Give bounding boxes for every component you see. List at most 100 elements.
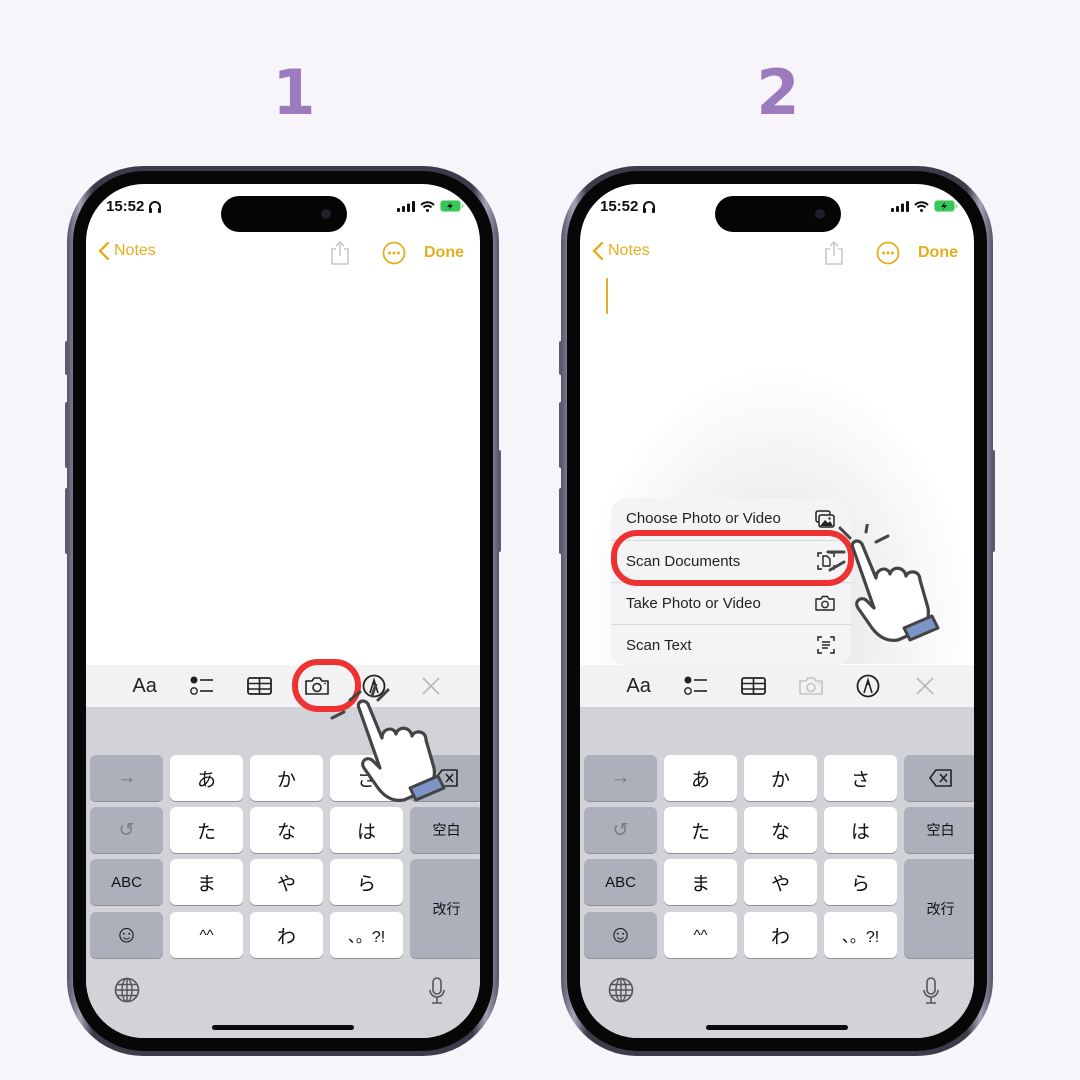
menu-item-scan-text[interactable]: Scan Text	[611, 624, 851, 665]
headphones-icon	[149, 200, 162, 213]
camera-icon	[798, 677, 823, 695]
microphone-icon	[923, 977, 939, 1004]
globe-icon	[114, 977, 140, 1003]
key-delete[interactable]	[904, 755, 974, 801]
phone-step-2: 15:52 Notes Done Aa → ↺ ABC ☺ あ か さ た な …	[559, 166, 995, 1056]
checklist-button[interactable]	[182, 670, 222, 702]
key-kana[interactable]: や	[250, 859, 323, 905]
dynamic-island	[221, 196, 347, 232]
key-kana[interactable]: た	[664, 807, 737, 853]
key-undo[interactable]: ↺	[584, 807, 657, 853]
key-kana[interactable]: は	[330, 807, 403, 853]
key-abc[interactable]: ABC	[90, 859, 163, 905]
key-kana[interactable]: た	[170, 807, 243, 853]
key-return[interactable]: 改行	[904, 859, 974, 958]
wifi-icon	[420, 200, 435, 212]
key-abc[interactable]: ABC	[584, 859, 657, 905]
step-number-1: 1	[272, 56, 316, 129]
key-kaomoji[interactable]: ^^	[170, 912, 243, 958]
key-emoji[interactable]: ☺	[90, 912, 163, 958]
key-kana[interactable]: は	[824, 807, 897, 853]
table-icon	[246, 677, 272, 695]
more-icon	[382, 241, 406, 265]
back-button[interactable]: Notes	[592, 242, 650, 260]
signal-icon	[891, 200, 909, 212]
more-button[interactable]	[876, 241, 900, 270]
notes-screen: 15:52 Notes Done Aa → ↺ ABC ☺ あ か さ た な …	[86, 184, 480, 1038]
step-number-2: 2	[756, 56, 800, 129]
key-kana[interactable]: わ	[250, 912, 323, 958]
more-icon	[876, 241, 900, 265]
status-time: 15:52	[600, 198, 656, 215]
key-kana[interactable]: か	[744, 755, 817, 801]
key-space[interactable]: 空白	[410, 807, 480, 853]
close-toolbar-button[interactable]	[905, 670, 945, 702]
tap-hand-icon	[330, 684, 446, 802]
dictation-button[interactable]	[922, 977, 940, 1010]
key-kana[interactable]: あ	[170, 755, 243, 801]
globe-icon	[608, 977, 634, 1003]
markup-pen-icon	[856, 674, 880, 698]
delete-icon	[928, 769, 952, 787]
dictation-button[interactable]	[428, 977, 446, 1010]
done-button[interactable]: Done	[424, 244, 464, 262]
key-next-candidate[interactable]: →	[584, 755, 657, 801]
markup-button[interactable]	[848, 670, 888, 702]
dynamic-island	[715, 196, 841, 232]
close-icon	[916, 677, 934, 695]
home-indicator	[212, 1025, 354, 1030]
key-space[interactable]: 空白	[904, 807, 974, 853]
table-button[interactable]	[239, 670, 279, 702]
key-kana[interactable]: あ	[664, 755, 737, 801]
menu-item-take-photo[interactable]: Take Photo or Video	[611, 582, 851, 623]
format-text-button[interactable]: Aa	[125, 670, 165, 702]
notes-screen: 15:52 Notes Done Aa → ↺ ABC ☺ あ か さ た な …	[580, 184, 974, 1038]
table-button[interactable]	[733, 670, 773, 702]
share-icon	[825, 240, 843, 265]
keyboard: → ↺ ABC ☺ あ か さ た な は ま や ら ^^ わ 、。?! 空白…	[580, 707, 974, 1038]
key-kana[interactable]: さ	[824, 755, 897, 801]
done-button[interactable]: Done	[918, 244, 958, 262]
headphones-icon	[643, 200, 656, 213]
share-button[interactable]	[824, 240, 844, 271]
key-kana[interactable]: ら	[330, 859, 403, 905]
format-text-button[interactable]: Aa	[619, 670, 659, 702]
scan-documents-highlight-ring	[611, 530, 854, 586]
key-kana[interactable]: ら	[824, 859, 897, 905]
wifi-icon	[914, 200, 929, 212]
more-button[interactable]	[382, 241, 406, 270]
tap-hand-icon	[826, 524, 940, 642]
checklist-button[interactable]	[676, 670, 716, 702]
key-kana[interactable]: ま	[170, 859, 243, 905]
share-button[interactable]	[330, 240, 350, 271]
signal-icon	[397, 200, 415, 212]
key-kaomoji[interactable]: ^^	[664, 912, 737, 958]
format-toolbar: Aa	[580, 665, 974, 707]
key-punctuation[interactable]: 、。?!	[824, 912, 897, 958]
key-next-candidate[interactable]: →	[90, 755, 163, 801]
table-icon	[740, 677, 766, 695]
chevron-left-icon	[592, 242, 604, 260]
key-kana[interactable]: や	[744, 859, 817, 905]
key-kana[interactable]: わ	[744, 912, 817, 958]
chevron-left-icon	[98, 242, 110, 260]
globe-button[interactable]	[114, 977, 140, 1008]
battery-charging-icon	[934, 200, 958, 212]
battery-charging-icon	[440, 200, 464, 212]
key-kana[interactable]: な	[250, 807, 323, 853]
key-punctuation[interactable]: 、。?!	[330, 912, 403, 958]
key-emoji[interactable]: ☺	[584, 912, 657, 958]
back-button[interactable]: Notes	[98, 242, 156, 260]
globe-button[interactable]	[608, 977, 634, 1008]
key-kana[interactable]: な	[744, 807, 817, 853]
checklist-icon	[684, 676, 707, 695]
text-cursor	[606, 278, 608, 314]
camera-button[interactable]	[791, 670, 831, 702]
key-kana[interactable]: か	[250, 755, 323, 801]
key-return[interactable]: 改行	[410, 859, 480, 958]
key-kana[interactable]: ま	[664, 859, 737, 905]
microphone-icon	[429, 977, 445, 1004]
key-undo[interactable]: ↺	[90, 807, 163, 853]
phone-step-1: 15:52 Notes Done Aa → ↺ ABC ☺ あ か さ た な …	[65, 166, 501, 1056]
status-time: 15:52	[106, 198, 162, 215]
